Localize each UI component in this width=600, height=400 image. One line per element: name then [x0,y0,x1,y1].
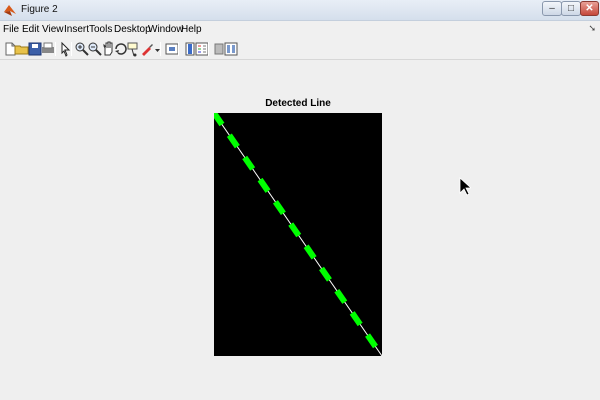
menu-desktop[interactable]: Desktop [114,24,151,35]
print-icon[interactable] [40,41,56,57]
menu-edit[interactable]: Edit [22,24,39,35]
brush-dropdown-icon[interactable] [150,41,160,57]
maximize-button[interactable]: □ [561,1,581,16]
close-button[interactable]: ✕ [580,1,599,16]
menu-insert[interactable]: Insert [64,24,89,35]
menu-view[interactable]: View [42,24,64,35]
window-titlebar[interactable]: Figure 2 – □ ✕ [0,0,600,21]
plot-title: Detected Line [265,98,331,109]
menu-arrow-icon[interactable]: ➘ [588,23,596,34]
toolbar-separator [71,42,72,56]
window-title: Figure 2 [21,4,58,15]
toolbar-separator [208,42,209,56]
toolbar-separator [55,42,56,56]
figure-canvas[interactable]: Detected Line [0,61,600,400]
figure-toolbar [0,38,600,60]
menu-help[interactable]: Help [181,24,202,35]
toolbar-separator [160,42,161,56]
menu-tools[interactable]: Tools [89,24,112,35]
mouse-pointer-icon [459,177,471,196]
toolbar-separator [178,42,179,56]
show-plot-tools-icon[interactable] [223,41,239,57]
detected-line [211,111,385,358]
menu-window[interactable]: Window [148,24,184,35]
detected-line-plot [211,111,385,358]
menu-bar: File Edit View Insert Tools Desktop Wind… [0,21,600,38]
image-axes[interactable] [211,111,385,358]
minimize-button[interactable]: – [542,1,562,16]
menu-file[interactable]: File [3,24,19,35]
matlab-icon [4,5,16,16]
